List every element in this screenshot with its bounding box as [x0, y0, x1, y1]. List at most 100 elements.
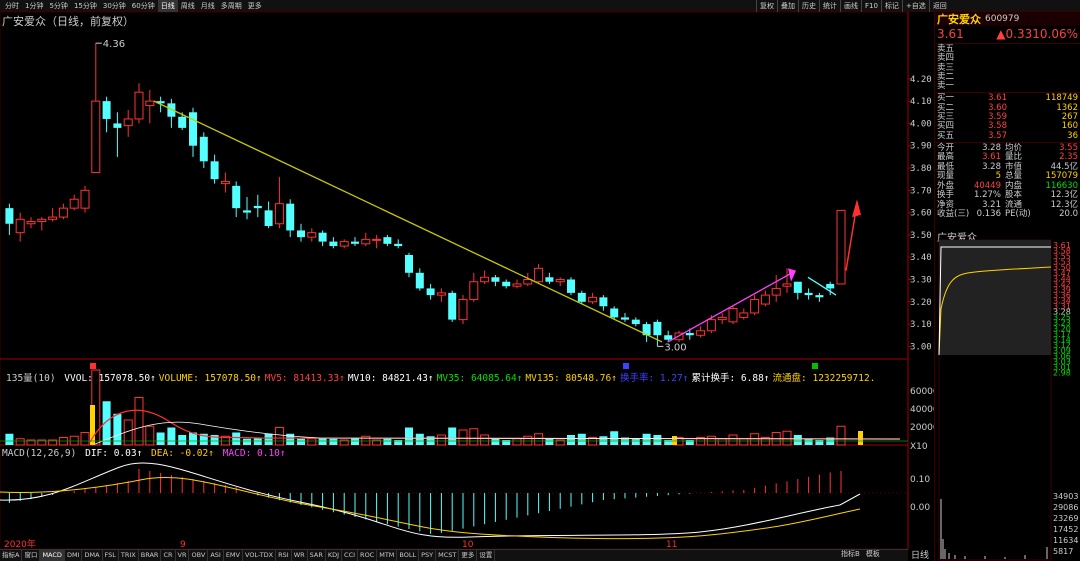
volume-metric: VVOL: 157078.50↑ — [64, 373, 156, 384]
candle-body-up — [836, 209, 846, 285]
indicator-tab[interactable]: ASI — [208, 550, 224, 561]
candle-body-down — [685, 333, 694, 336]
book-volume — [1007, 73, 1078, 82]
mini-volume-tick: 34903 — [1053, 492, 1078, 501]
candle-body-down — [804, 292, 813, 296]
ask-row[interactable]: 卖三 — [935, 63, 1080, 73]
indicator-tab[interactable]: 窗口 — [22, 550, 41, 561]
bid-row[interactable]: 买三 3.59 267 — [935, 112, 1080, 122]
ask-row[interactable]: 卖四 — [935, 53, 1080, 63]
kline-chart[interactable]: 4.20 4.10 4.00 3.90 3.80 3.70 3.60 3.50 3.40 3.30… — [0, 12, 934, 549]
bottom-tool[interactable]: 模板 — [863, 549, 883, 561]
date-label: 9 — [180, 540, 186, 549]
bid-book: 买一 3.61 118749 买二 3.60 1362 买三 3.59 267 买四 3.58 160… — [935, 94, 1080, 141]
indicator-tab[interactable]: 指标A — [0, 550, 23, 561]
period-tab[interactable]: 周线 — [178, 0, 198, 12]
tool-button[interactable]: 统计 — [819, 0, 840, 12]
candle-body-up — [123, 118, 133, 127]
volume-bar-up — [480, 434, 490, 446]
candle-body-up — [307, 232, 317, 238]
downtrend-line — [153, 100, 663, 343]
indicator-tab[interactable]: ROC — [358, 550, 378, 561]
period-tab[interactable]: 30分钟 — [100, 0, 129, 12]
ask-row[interactable]: 卖二 — [935, 72, 1080, 82]
ask-row[interactable]: 卖五 — [935, 44, 1080, 54]
indicator-tab[interactable]: KDJ — [326, 550, 343, 561]
period-tab[interactable]: 60分钟 — [129, 0, 158, 12]
price-change: ▲0.33 — [996, 27, 1033, 41]
volume-indicator-label: 135量(10) — [6, 373, 56, 384]
tool-button[interactable]: 复权 — [756, 0, 777, 12]
candle-body-down — [599, 297, 608, 307]
indicator-tab[interactable]: OBV — [189, 550, 209, 561]
candle-body-up — [588, 296, 598, 303]
book-volume — [1007, 64, 1078, 73]
indicator-tab[interactable]: DMA — [82, 550, 103, 561]
bid-row[interactable]: 买四 3.58 160 — [935, 122, 1080, 132]
indicator-tab[interactable]: 设置 — [477, 550, 496, 561]
indicator-tab[interactable]: MACD — [40, 550, 65, 561]
period-tab[interactable]: 1分钟 — [22, 0, 46, 12]
event-marker — [812, 363, 818, 369]
bid-row[interactable]: 买五 3.57 36 — [935, 131, 1080, 141]
mini-volume-tick: 29086 — [1053, 503, 1078, 512]
indicator-tab[interactable]: TRIX — [119, 550, 139, 561]
bottom-tool[interactable]: 指标B — [838, 549, 863, 561]
candle-body-up — [274, 203, 284, 225]
stock-name: 广安爱众 — [937, 13, 981, 26]
candle-body-up — [26, 221, 36, 225]
volume-indicator-info: 135量(10) VVOL: 157078.50↑ VOLUME: 157078.… — [6, 370, 881, 384]
indicator-tab[interactable]: 更多 — [459, 550, 478, 561]
indicator-tab[interactable]: VOL-TDX — [243, 550, 277, 561]
tool-button[interactable]: 画线 — [840, 0, 861, 12]
price-tick-label: 3.30 — [910, 276, 932, 286]
tool-button[interactable]: F10 — [861, 0, 881, 12]
last-price: 3.61 — [937, 27, 964, 41]
volume-bar-down — [631, 438, 640, 445]
candle-body-down — [448, 292, 457, 320]
indicator-tab[interactable]: VR — [176, 550, 190, 561]
candle-body-down — [286, 203, 295, 231]
book-label: 卖一 — [937, 81, 955, 92]
indicator-tab[interactable]: MTM — [377, 550, 398, 561]
tool-button[interactable]: 标记 — [880, 0, 902, 12]
candle-body-up — [717, 316, 727, 321]
tool-button[interactable]: 叠加 — [777, 0, 798, 12]
period-tab[interactable]: 更多 — [245, 0, 265, 12]
indicator-tab[interactable]: RSI — [276, 550, 292, 561]
indicator-tab[interactable]: BOLL — [397, 550, 420, 561]
indicator-tab[interactable]: CR — [161, 550, 176, 561]
period-tab[interactable]: 日线 — [157, 0, 178, 12]
candle-body-down — [232, 185, 241, 209]
high-label: 4.36 — [103, 39, 125, 50]
indicator-tab[interactable]: MCST — [436, 550, 460, 561]
period-tab[interactable]: 多周期 — [218, 0, 245, 12]
tool-button[interactable]: 历史 — [798, 0, 819, 12]
intraday-chart[interactable]: 3.613.583.553.533.503.473.443.423.393.36… — [935, 239, 1080, 561]
volume-tick-label: 20000 — [910, 423, 934, 433]
candle-body-down — [426, 288, 435, 296]
tool-button[interactable]: +自选 — [901, 0, 929, 12]
bid-row[interactable]: 买二 3.60 1362 — [935, 103, 1080, 113]
indicator-tab[interactable]: CCI — [342, 550, 359, 561]
period-tab[interactable]: 15分钟 — [71, 0, 100, 12]
period-tab[interactable]: 月线 — [198, 0, 218, 12]
period-tab[interactable]: 分时 — [2, 0, 22, 12]
indicator-tabs: 指标A 窗口 MACD DMI DMA FSL TRIX BRAR CR VR OBV ASI EMV V… — [0, 549, 908, 561]
macd-tick-label: 0.00 — [910, 503, 930, 513]
indicator-tab[interactable]: FSL — [103, 550, 119, 561]
candle-body-down — [178, 116, 187, 128]
volume-bar-up — [469, 428, 479, 446]
book-price — [963, 73, 1007, 82]
volume-metric: MV135: 80548.76↑ — [525, 373, 617, 384]
volume-bar-up — [739, 438, 749, 446]
macd-label: MACD(12,26,9) — [2, 448, 77, 459]
period-tab[interactable]: 5分钟 — [46, 0, 70, 12]
indicator-tab[interactable]: SAR — [308, 550, 326, 561]
indicator-tab[interactable]: PSY — [419, 550, 437, 561]
indicator-tab[interactable]: DMI — [65, 550, 83, 561]
indicator-tab[interactable]: WR — [292, 550, 308, 561]
indicator-tab[interactable]: EMV — [224, 550, 243, 561]
indicator-tab[interactable]: BRAR — [139, 550, 162, 561]
ask-row[interactable]: 卖一 — [935, 81, 1080, 92]
